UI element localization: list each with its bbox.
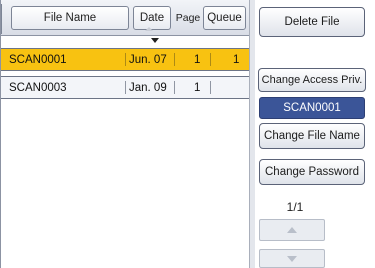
change-file-name-label: Change File Name bbox=[264, 130, 360, 142]
header-file-name-label: File Name bbox=[43, 12, 97, 24]
header-queue[interactable]: Queue bbox=[203, 6, 246, 30]
header-date-label: Date bbox=[139, 12, 165, 24]
sort-descending-icon bbox=[151, 38, 159, 43]
scroll-up-button[interactable] bbox=[259, 219, 325, 241]
table-row[interactable]: SCAN0003 Jan. 09 1 bbox=[0, 76, 249, 99]
triangle-up-icon bbox=[287, 227, 297, 233]
row-date: Jan. 09 bbox=[129, 81, 167, 94]
panel-divider bbox=[249, 0, 255, 268]
page-indicator: 1/1 bbox=[286, 200, 304, 214]
delete-file-label: Delete File bbox=[284, 16, 340, 28]
header-queue-label: Queue bbox=[207, 12, 242, 24]
header-page-label: Page bbox=[175, 12, 201, 24]
row-page: 1 bbox=[194, 53, 201, 66]
scroll-down-button[interactable] bbox=[259, 249, 325, 268]
column-separator bbox=[174, 53, 175, 66]
column-separator bbox=[174, 81, 175, 94]
change-file-name-button[interactable]: Change File Name bbox=[259, 123, 365, 149]
column-separator bbox=[210, 81, 211, 94]
delete-file-button[interactable]: Delete File bbox=[259, 7, 365, 37]
row-page: 1 bbox=[194, 81, 201, 94]
change-password-button[interactable]: Change Password bbox=[259, 159, 365, 185]
table-row[interactable]: SCAN0001 Jun. 07 1 1 bbox=[0, 48, 249, 71]
list-left-border bbox=[0, 0, 1, 268]
column-separator bbox=[125, 53, 126, 66]
sort-ascending-icon bbox=[145, 27, 153, 31]
list-header: File Name Date Page Queue bbox=[0, 0, 249, 36]
row-date: Jun. 07 bbox=[129, 53, 167, 66]
header-page: Page bbox=[173, 6, 203, 30]
column-separator bbox=[125, 81, 126, 94]
triangle-down-icon bbox=[287, 255, 297, 262]
change-password-label: Change Password bbox=[265, 166, 359, 178]
column-separator bbox=[210, 53, 211, 66]
row-file-name: SCAN0003 bbox=[9, 81, 67, 94]
row-file-name: SCAN0001 bbox=[9, 53, 67, 66]
header-file-name[interactable]: File Name bbox=[11, 6, 129, 30]
change-access-label: Change Access Priv. bbox=[261, 74, 363, 86]
row-queue: 1 bbox=[233, 53, 240, 66]
change-access-privileges-button[interactable]: Change Access Priv. bbox=[258, 68, 366, 92]
selected-file-name: SCAN0001 bbox=[283, 102, 341, 114]
selected-file-name-display: SCAN0001 bbox=[259, 97, 365, 119]
